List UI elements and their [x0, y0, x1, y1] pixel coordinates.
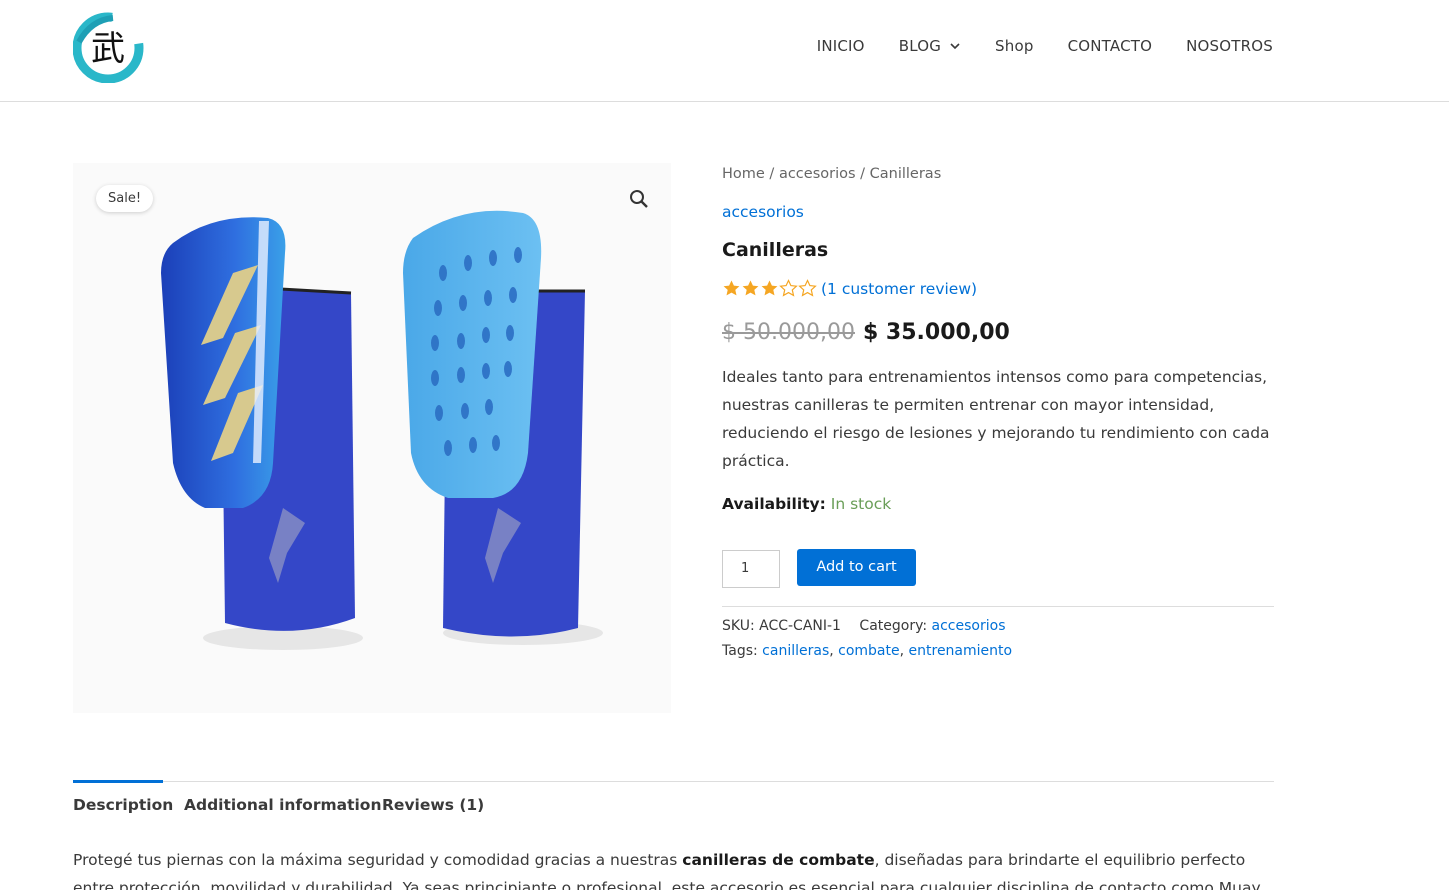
main-nav: INICIO BLOG Shop CONTACTO NOSOTROS: [783, 36, 1273, 56]
breadcrumb-current: Canilleras: [869, 166, 942, 182]
product-title: Canilleras: [722, 239, 829, 261]
star-filled-icon: [761, 280, 778, 296]
star-rating[interactable]: [722, 279, 817, 298]
product-meta-tags: Tags: canilleras, combate, entrenamiento: [722, 643, 1013, 659]
nav-label: NOSOTROS: [1186, 37, 1273, 55]
product-price: $ 50.000,00 $ 35.000,00: [722, 320, 1010, 345]
add-to-cart-button[interactable]: Add to cart: [797, 549, 916, 586]
product-rating: (1 customer review): [722, 279, 977, 298]
nav-item-inicio[interactable]: INICIO: [817, 36, 865, 56]
product-gallery[interactable]: Sale!: [73, 163, 671, 713]
tag-link[interactable]: canilleras: [762, 643, 829, 659]
nav-item-shop[interactable]: Shop: [995, 36, 1034, 56]
star-filled-icon: [723, 280, 740, 296]
tab-reviews[interactable]: Reviews (1): [382, 796, 484, 814]
stock-status: In stock: [830, 495, 892, 513]
star-empty-icon: [779, 279, 798, 297]
chevron-down-icon: [950, 43, 960, 50]
tag-link[interactable]: combate: [838, 643, 899, 659]
divider: [722, 606, 1274, 607]
search-icon[interactable]: [629, 189, 649, 209]
breadcrumb-home[interactable]: Home: [722, 166, 765, 182]
star-empty-icon: [798, 279, 817, 297]
breadcrumb-separator: /: [764, 166, 779, 182]
product-tabs: Description Additional information Revie…: [73, 780, 1274, 821]
category-label: Category:: [859, 618, 928, 634]
sale-badge: Sale!: [96, 185, 154, 212]
description-bold: canilleras de combate: [682, 851, 875, 869]
tags-label: Tags:: [722, 643, 758, 659]
breadcrumb: Home / accesorios / Canilleras: [722, 166, 941, 182]
tab-additional-information[interactable]: Additional information: [184, 796, 381, 814]
customer-review-link[interactable]: (1 customer review): [821, 280, 977, 298]
availability: Availability: In stock: [722, 495, 891, 513]
tab-description[interactable]: Description: [73, 796, 173, 814]
tab-description-content: Protegé tus piernas con la máxima seguri…: [73, 846, 1273, 890]
nav-label: INICIO: [816, 37, 865, 55]
availability-label: Availability:: [722, 495, 826, 513]
sale-price: $ 35.000,00: [862, 320, 1010, 345]
site-logo[interactable]: 武: [72, 12, 144, 84]
logo-glyph: 武: [91, 29, 125, 69]
nav-item-blog[interactable]: BLOG: [899, 36, 961, 56]
star-filled-icon: [742, 280, 759, 296]
category-value-link[interactable]: accesorios: [932, 618, 1006, 634]
product-category-link[interactable]: accesorios: [722, 203, 804, 221]
sku-value: ACC-CANI-1: [759, 618, 841, 634]
product-meta-sku-category: SKU: ACC-CANI-1 Category: accesorios: [722, 618, 1005, 634]
nav-item-contacto[interactable]: CONTACTO: [1068, 36, 1153, 56]
active-tab-indicator: [73, 780, 163, 783]
nav-label: BLOG: [898, 37, 942, 55]
breadcrumb-category[interactable]: accesorios: [779, 166, 856, 182]
breadcrumb-separator: /: [855, 166, 870, 182]
site-header: 武 INICIO BLOG Shop CONTACTO NOSOTROS: [0, 0, 1449, 102]
description-text: Protegé tus piernas con la máxima seguri…: [73, 851, 683, 869]
tag-link[interactable]: entrenamiento: [909, 643, 1013, 659]
product-image: [161, 210, 603, 650]
old-price: $ 50.000,00: [722, 320, 855, 345]
sku-label: SKU:: [722, 618, 755, 634]
short-description: Ideales tanto para entrenamientos intens…: [722, 368, 1270, 470]
nav-label: Shop: [995, 37, 1034, 55]
quantity-input[interactable]: 1: [722, 550, 780, 588]
nav-label: CONTACTO: [1067, 37, 1153, 55]
logo-icon: 武: [72, 12, 144, 84]
nav-item-nosotros[interactable]: NOSOTROS: [1186, 36, 1273, 56]
